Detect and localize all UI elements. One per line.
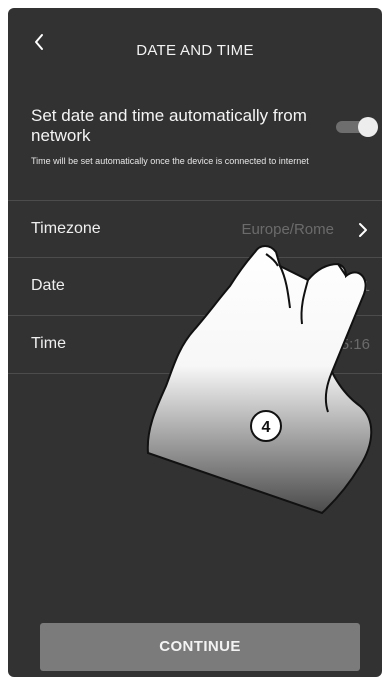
auto-network-description: Time will be set automatically once the … [31,156,309,166]
date-label: Date [31,277,65,294]
step-marker-circle [250,410,282,442]
page-title: DATE AND TIME [136,42,254,59]
continue-button[interactable]: CONTINUE [40,623,360,671]
timezone-row[interactable]: Timezone Europe/Rome [8,201,382,257]
time-label: Time [31,335,66,352]
device-screen: DATE AND TIME Set date and time automati… [8,8,382,677]
auto-network-title: Set date and time automatically from net… [31,106,307,145]
auto-network-toggle[interactable] [336,117,378,137]
timezone-value: Europe/Rome [241,221,334,238]
toggle-knob [358,117,378,137]
auto-network-setting: Set date and time automatically from net… [8,94,382,200]
time-row[interactable]: Time ...0:45:16 [8,316,382,372]
date-row[interactable]: Date 16/..../2021 [8,258,382,314]
chevron-right-icon[interactable] [356,221,370,239]
timezone-label: Timezone [31,220,101,237]
step-marker-number: 4 [262,419,271,436]
date-value: 16/..../2021 [294,278,370,295]
divider [8,373,382,374]
time-value: ...0:45:16 [307,336,370,353]
header: DATE AND TIME [8,8,382,74]
